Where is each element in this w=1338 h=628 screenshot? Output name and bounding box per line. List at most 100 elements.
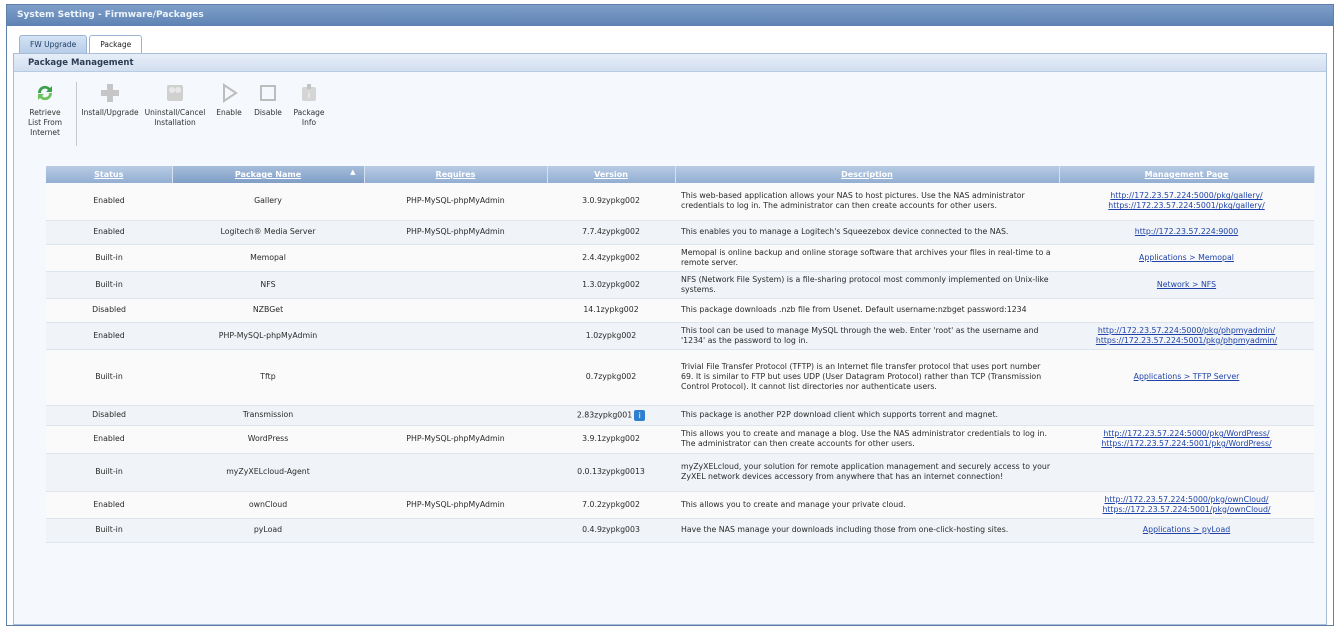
cell-description: This enables you to manage a Logitech's …: [675, 220, 1059, 245]
cell-requires: [364, 244, 547, 272]
cell-requires: PHP-MySQL-phpMyAdmin: [364, 491, 547, 519]
version-text: 2.83zypkg001: [576, 410, 633, 419]
cell-requires: [364, 349, 547, 406]
management-page-link[interactable]: Applications > pyLoad: [1063, 525, 1310, 535]
management-page-link[interactable]: https://172.23.57.224:5001/pkg/gallery/: [1063, 201, 1310, 211]
cell-description: NFS (Network File System) is a file-shar…: [675, 271, 1059, 299]
version-text: 0.0.13zypkg0013: [577, 467, 645, 476]
table-row[interactable]: Disabled Transmission 2.83zypkg001 i This pa…: [46, 405, 1314, 426]
column-header-management-page[interactable]: Management Page: [1059, 166, 1315, 183]
table-row[interactable]: Built-in pyLoad 0.4.9zypkg003 Have the NAS …: [46, 518, 1314, 543]
table-body: Enabled Gallery PHP-MySQL-phpMyAdmin 3.0.9z…: [46, 183, 1314, 543]
stop-icon: [257, 82, 279, 104]
plus-icon: [99, 82, 121, 104]
cell-status: Enabled: [46, 220, 172, 245]
table-row[interactable]: Built-in Tftp 0.7zypkg002 Trivial File Tran…: [46, 349, 1314, 406]
cell-management-page: Applications > Memopal: [1059, 244, 1314, 272]
retrieve-list-label: Retrieve List From Internet: [27, 108, 63, 137]
table-row[interactable]: Enabled WordPress PHP-MySQL-phpMyAdmin 3.9.…: [46, 425, 1314, 454]
cell-package-name: Tftp: [172, 349, 364, 406]
cell-version: 2.83zypkg001 i: [547, 405, 675, 426]
cell-management-page: Applications > TFTP Server: [1059, 349, 1314, 406]
version-text: 2.4.4zypkg002: [582, 252, 640, 262]
cell-package-name: Transmission: [172, 405, 364, 426]
package-remove-icon: [164, 82, 186, 104]
svg-text:i: i: [308, 90, 310, 100]
cell-description: This allows you to create and manage you…: [675, 491, 1059, 519]
cell-package-name: PHP-MySQL-phpMyAdmin: [172, 322, 364, 350]
column-header-package-name-label: Package Name: [234, 170, 302, 179]
tab-fw-upgrade[interactable]: FW Upgrade: [19, 35, 88, 53]
management-page-link[interactable]: https://172.23.57.224:5001/pkg/phpmyadmi…: [1063, 336, 1310, 346]
management-page-link[interactable]: https://172.23.57.224:5001/pkg/WordPress…: [1063, 439, 1310, 449]
cell-description: Have the NAS manage your downloads inclu…: [675, 518, 1059, 543]
cell-requires: [364, 271, 547, 299]
version-text: 3.0.9zypkg002: [582, 196, 640, 206]
uninstall-button[interactable]: Uninstall/Cancel Installation: [139, 82, 211, 154]
disable-button[interactable]: Disable: [247, 82, 289, 154]
column-header-version[interactable]: Version: [547, 166, 676, 183]
cell-status: Enabled: [46, 425, 172, 454]
cell-management-page: http://172.23.57.224:5000/pkg/phpmyadmin…: [1059, 322, 1314, 350]
tab-package[interactable]: Package: [89, 35, 143, 54]
cell-version: 1.3.0zypkg002: [547, 271, 675, 299]
cell-version: 2.4.4zypkg002: [547, 244, 675, 272]
cell-management-page: http://172.23.57.224:5000/pkg/WordPress/…: [1059, 425, 1314, 454]
table-row[interactable]: Disabled NZBGet 14.1zypkg002 This package d…: [46, 298, 1314, 323]
window-frame: System Setting - Firmware/Packages FW Up…: [6, 4, 1334, 626]
cell-description: This tool can be used to manage MySQL th…: [675, 322, 1059, 350]
update-info-icon[interactable]: i: [634, 409, 646, 421]
table-row[interactable]: Built-in NFS 1.3.0zypkg002 NFS (Network Fil…: [46, 271, 1314, 299]
cell-package-name: NZBGet: [172, 298, 364, 323]
retrieve-list-button[interactable]: Retrieve List From Internet: [20, 82, 70, 154]
cell-management-page: http://172.23.57.224:9000: [1059, 220, 1314, 245]
cell-requires: PHP-MySQL-phpMyAdmin: [364, 425, 547, 454]
column-header-package-name[interactable]: Package Name ▲: [172, 166, 365, 183]
cell-management-page: http://172.23.57.224:5000/pkg/gallery/ht…: [1059, 183, 1314, 221]
version-text: 7.7.4zypkg002: [582, 227, 640, 236]
package-info-button[interactable]: i Package Info: [289, 82, 329, 154]
management-page-link[interactable]: https://172.23.57.224:5001/pkg/ownCloud/: [1063, 505, 1310, 515]
cell-package-name: ownCloud: [172, 491, 364, 519]
cell-requires: [364, 453, 547, 492]
management-page-link[interactable]: Applications > TFTP Server: [1063, 372, 1310, 382]
install-upgrade-button[interactable]: Install/Upgrade: [81, 82, 139, 154]
cell-management-page: Applications > pyLoad: [1059, 518, 1314, 543]
cell-management-page: http://172.23.57.224:5000/pkg/ownCloud/h…: [1059, 491, 1314, 519]
cell-description: Trivial File Transfer Protocol (TFTP) is…: [675, 349, 1059, 406]
package-info-label: Package Info: [293, 108, 325, 127]
enable-button[interactable]: Enable: [211, 82, 247, 154]
cell-status: Enabled: [46, 322, 172, 350]
table-row[interactable]: Built-in myZyXELcloud-Agent 0.0.13zypkg001…: [46, 453, 1314, 492]
cell-status: Built-in: [46, 271, 172, 299]
table-row[interactable]: Enabled ownCloud PHP-MySQL-phpMyAdmin 7.0.2…: [46, 491, 1314, 519]
management-page-link[interactable]: http://172.23.57.224:5000/pkg/ownCloud/: [1063, 495, 1310, 505]
cell-package-name: Gallery: [172, 183, 364, 221]
table-row[interactable]: Enabled PHP-MySQL-phpMyAdmin 1.0zypkg002 Th…: [46, 322, 1314, 350]
cell-management-page: [1059, 453, 1314, 492]
management-page-link[interactable]: http://172.23.57.224:5000/pkg/phpmyadmin…: [1063, 326, 1310, 336]
management-page-link[interactable]: http://172.23.57.224:5000/pkg/gallery/: [1063, 191, 1310, 201]
cell-version: 1.0zypkg002: [547, 322, 675, 350]
column-header-description[interactable]: Description: [675, 166, 1060, 183]
management-page-link[interactable]: Applications > Memopal: [1063, 253, 1310, 263]
cell-package-name: Memopal: [172, 244, 364, 272]
cell-description: myZyXELcloud, your solution for remote a…: [675, 453, 1059, 492]
toolbar-separator: [76, 82, 77, 146]
refresh-icon: [34, 82, 56, 104]
cell-package-name: myZyXELcloud-Agent: [172, 453, 364, 492]
cell-description: This package downloads .nzb file from Us…: [675, 298, 1059, 323]
version-text: 14.1zypkg002: [583, 305, 639, 314]
play-icon: [218, 82, 240, 104]
table-row[interactable]: Enabled Logitech® Media Server PHP-MySQL-p…: [46, 220, 1314, 245]
table-row[interactable]: Enabled Gallery PHP-MySQL-phpMyAdmin 3.0.9z…: [46, 183, 1314, 221]
cell-description: This package is another P2P download cli…: [675, 405, 1059, 426]
column-header-requires[interactable]: Requires: [364, 166, 548, 183]
management-page-link[interactable]: http://172.23.57.224:5000/pkg/WordPress/: [1063, 429, 1310, 439]
management-page-link[interactable]: http://172.23.57.224:9000: [1063, 227, 1310, 237]
cell-requires: [364, 298, 547, 323]
cell-package-name: NFS: [172, 271, 364, 299]
management-page-link[interactable]: Network > NFS: [1063, 280, 1310, 290]
column-header-status[interactable]: Status: [46, 166, 173, 183]
table-row[interactable]: Built-in Memopal 2.4.4zypkg002 Memopal is o…: [46, 244, 1314, 272]
